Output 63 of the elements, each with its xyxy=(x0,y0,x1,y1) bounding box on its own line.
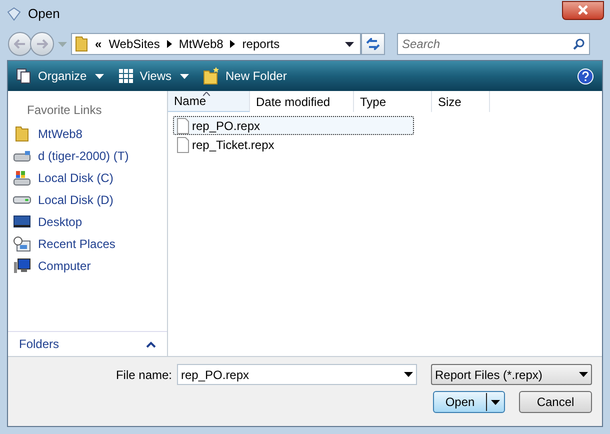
cancel-button[interactable]: Cancel xyxy=(519,391,592,413)
close-button[interactable] xyxy=(562,0,604,20)
dropdown-caret-icon xyxy=(404,372,413,377)
folder-icon xyxy=(13,126,31,142)
folder-icon xyxy=(75,36,88,52)
sidebar-item[interactable]: Desktop xyxy=(8,211,167,233)
desktop-icon xyxy=(13,214,31,230)
sidebar-item[interactable]: MtWeb8 xyxy=(8,123,167,145)
refresh-arrows-icon xyxy=(366,38,380,50)
refresh-button[interactable] xyxy=(361,33,385,55)
field-label: File name: xyxy=(116,366,172,384)
sidebar-item[interactable]: Local Disk (D) xyxy=(8,189,167,211)
history-caret-icon xyxy=(58,42,67,46)
forward-arrow-icon xyxy=(36,39,48,49)
document-icon xyxy=(177,118,189,134)
breadcrumb[interactable]: reports xyxy=(242,35,280,53)
computer-icon xyxy=(13,258,31,274)
help-icon[interactable] xyxy=(577,68,594,84)
drive-icon xyxy=(13,196,31,204)
sidebar-item[interactable]: Recent Places xyxy=(8,233,167,255)
close-icon xyxy=(578,5,588,15)
column-header[interactable]: Date modified xyxy=(250,91,354,112)
address-bar[interactable]: « WebSites MtWeb8 reports xyxy=(71,33,361,55)
search-icon xyxy=(573,38,585,50)
breadcrumb[interactable]: MtWeb8 xyxy=(178,35,224,53)
chevron-up-icon xyxy=(146,340,156,348)
dropdown-caret-icon xyxy=(94,74,104,78)
search-field[interactable]: Search xyxy=(397,33,590,55)
section-heading: Favorite Links xyxy=(26,102,103,119)
window-title: Open xyxy=(28,5,61,24)
pages-icon xyxy=(16,68,32,84)
dropdown-caret-icon xyxy=(579,372,588,377)
chevron-icon xyxy=(230,40,236,48)
dropdown-caret-icon xyxy=(491,400,500,404)
breadcrumb[interactable]: WebSites xyxy=(108,35,160,53)
chevron-icon xyxy=(166,40,172,48)
new-folder-icon xyxy=(202,67,220,85)
forward-button[interactable] xyxy=(30,32,54,56)
dropdown-caret-icon xyxy=(180,74,188,78)
overflow-chevron[interactable]: « xyxy=(95,35,102,53)
sidebar-item[interactable]: Computer xyxy=(8,255,167,277)
document-icon xyxy=(177,136,189,152)
grid-icon xyxy=(118,68,134,84)
file-type-dropdown[interactable]: Report Files (*.repx) xyxy=(431,364,592,385)
toolbar-button[interactable]: New Folder xyxy=(202,67,287,85)
open-split-button[interactable]: Open xyxy=(433,391,505,413)
column-header[interactable]: Type xyxy=(354,91,432,112)
file-name-field[interactable]: rep_PO.repx xyxy=(177,364,417,385)
back-button[interactable] xyxy=(8,32,32,56)
sidebar-item[interactable]: Local Disk (C) xyxy=(8,167,167,189)
toolbar-button[interactable]: Views xyxy=(118,67,188,85)
file-row[interactable]: rep_Ticket.repx xyxy=(173,135,414,154)
file-row[interactable]: rep_PO.repx xyxy=(173,116,414,135)
network-drive-icon xyxy=(13,148,31,164)
toolbar-button[interactable]: Organize xyxy=(16,67,104,85)
dropdown-caret-icon xyxy=(345,42,354,46)
recent-places-icon xyxy=(13,236,31,252)
back-arrow-icon xyxy=(14,39,26,49)
sidebar-item[interactable]: d (tiger-2000) (T) xyxy=(8,145,167,167)
column-header[interactable]: Name xyxy=(168,91,250,112)
drive-icon xyxy=(13,170,31,186)
app-icon xyxy=(6,6,22,22)
column-header[interactable]: Size xyxy=(432,91,490,112)
